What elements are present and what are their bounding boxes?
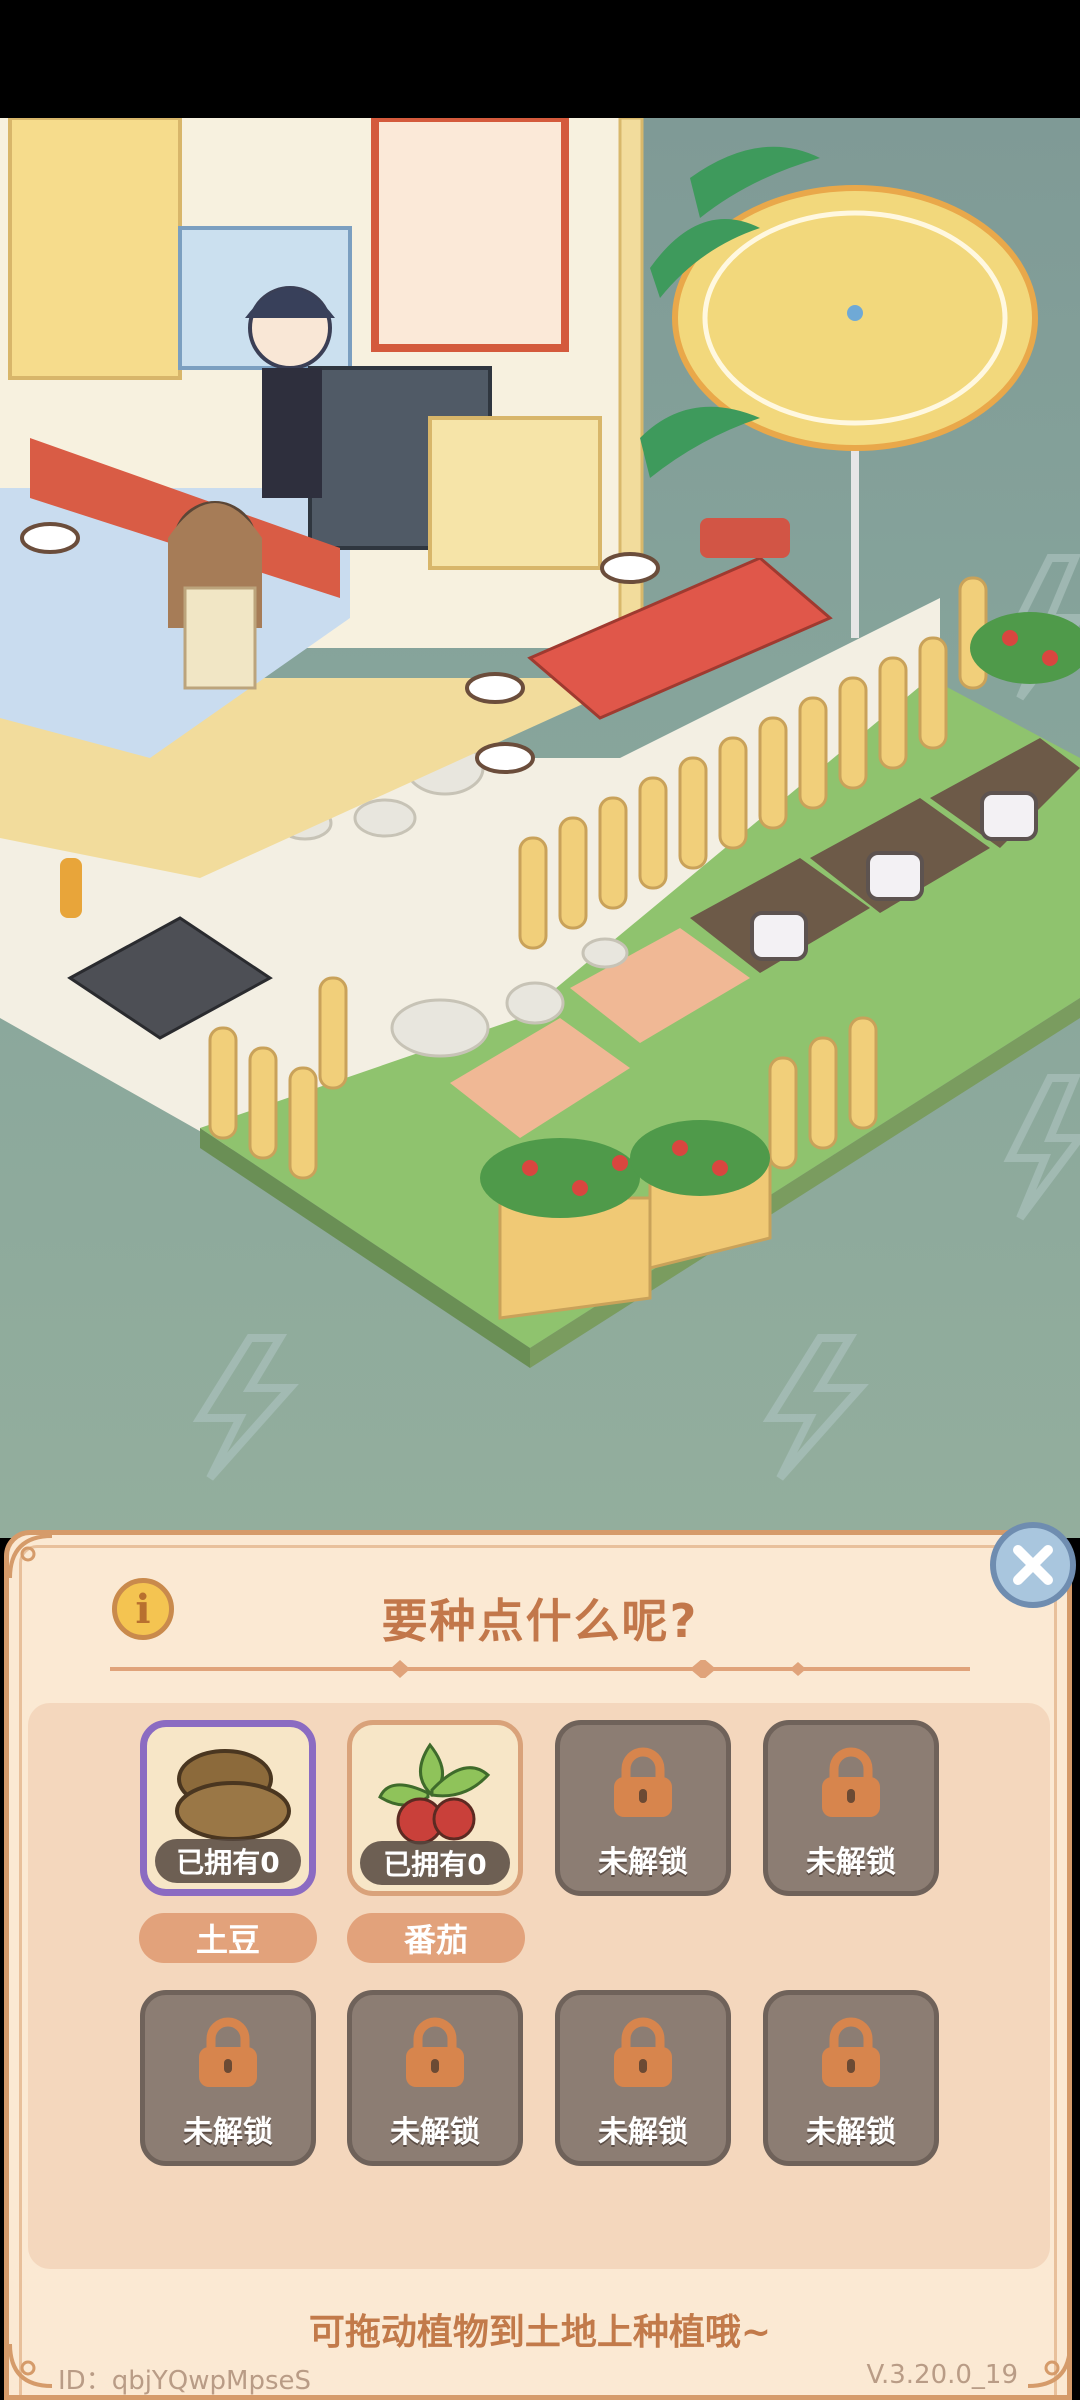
locked-label: 未解锁 [806,2115,896,2150]
player-id: ID：qbjYQwpMpseS [58,2366,312,2396]
farm-scene[interactable] [0,118,1080,1538]
plant-slot-locked[interactable]: 未解锁 [555,1990,731,2166]
lock-icon [822,2017,880,2087]
drag-hint: 可拖动植物到土地上种植哦~ [308,2312,772,2353]
lightning-bolt-icon [1003,1074,1080,1221]
version-label: V.3.20.0_19 [866,2360,1018,2390]
locked-label: 未解锁 [598,2115,688,2150]
padlock-icon [866,851,924,901]
lock-icon [406,2017,464,2087]
farm-illustration [0,118,1080,1481]
plant-slot-tomato[interactable]: 已拥有0 [347,1720,523,1896]
padlock-icon [980,791,1038,841]
plant-slot-locked[interactable]: 未解锁 [140,1990,316,2166]
close-icon [1013,1545,1053,1585]
lock-icon [199,2017,257,2087]
plant-slot-locked[interactable]: 未解锁 [763,1720,939,1896]
potato-icon [175,1749,291,1841]
owned-count: 已拥有0 [155,1839,301,1883]
lock-icon [614,1747,672,1817]
locked-label: 未解锁 [806,1845,896,1880]
tomato-icon [378,1742,491,1845]
locked-label: 未解锁 [183,2115,273,2150]
corner-ornament [8,1534,53,1579]
lock-icon [614,2017,672,2087]
panel-title: 要种点什么呢? [381,1594,699,1648]
padlock-icon [750,911,808,961]
locked-label: 未解锁 [390,2115,480,2150]
lock-icon [822,1747,880,1817]
plant-slot-locked[interactable]: 未解锁 [555,1720,731,1896]
plant-slot-locked[interactable]: 未解锁 [347,1990,523,2166]
owned-count: 已拥有0 [360,1841,510,1885]
plant-slot-locked[interactable]: 未解锁 [763,1990,939,2166]
plant-name-potato: 土豆 [139,1913,317,1963]
lightning-bolt-icon [762,1334,869,1481]
plant-name-tomato: 番茄 [347,1913,525,1963]
plant-slot-potato[interactable]: 已拥有0 [140,1720,316,1896]
title-divider [110,1660,970,1678]
status-bar [0,0,1080,118]
locked-label: 未解锁 [598,1845,688,1880]
lightning-bolt-icon [192,1334,299,1481]
